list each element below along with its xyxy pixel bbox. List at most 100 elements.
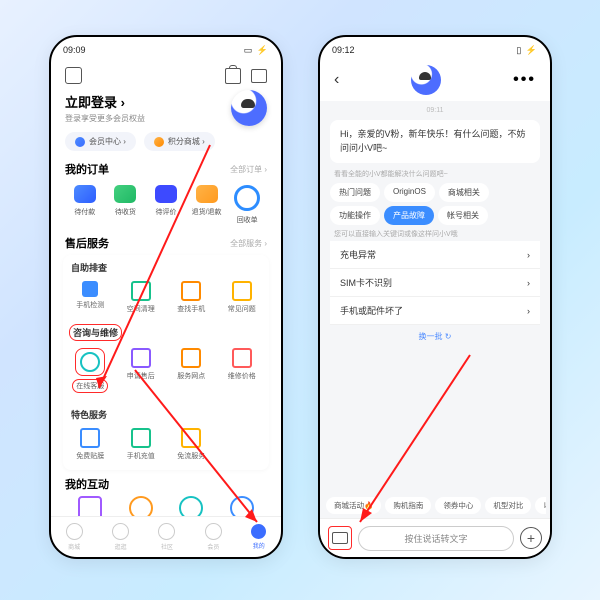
ship-icon <box>114 185 136 203</box>
interact-icon-4 <box>230 496 254 516</box>
price-icon <box>232 348 252 368</box>
input-bar: 按住说话转文字 + <box>320 518 550 557</box>
chip-mall[interactable]: 商城相关 <box>439 183 489 202</box>
ii-4[interactable] <box>219 496 265 516</box>
login-sub: 登录享受更多会员权益 <box>65 113 145 124</box>
settings-icon[interactable] <box>65 67 82 84</box>
interact-icon-2 <box>129 496 153 516</box>
login-title: 立即登录 › <box>65 92 145 111</box>
chevron-right-icon: › <box>527 250 530 260</box>
order-rate[interactable]: 待评价 <box>148 185 184 225</box>
order-recycle[interactable]: 回收单 <box>229 185 265 225</box>
left-body: 立即登录 › 登录享受更多会员权益 会员中心 › 积分商城 › 我的订单 全部订单… <box>51 59 281 516</box>
recharge[interactable]: 手机充值 <box>116 423 167 466</box>
login-row[interactable]: 立即登录 › 登录享受更多会员权益 <box>51 86 281 128</box>
order-refund[interactable]: 退货/退款 <box>189 185 225 225</box>
voice-input[interactable]: 按住说话转文字 <box>358 526 514 551</box>
orders-more[interactable]: 全部订单 › <box>230 164 267 175</box>
faq-sim[interactable]: SIM卡不识别› <box>330 269 540 297</box>
tab-community[interactable]: 社区 <box>158 523 175 551</box>
after-title: 售后服务 <box>65 235 109 251</box>
recycle-icon <box>234 185 260 211</box>
rate-icon <box>155 185 177 203</box>
tab-mall[interactable]: 商城 <box>66 523 83 551</box>
status-icons: ▭ ⚡ <box>244 45 269 56</box>
chat-header: ‹ ••• <box>320 59 550 101</box>
free-data[interactable]: 免流服务 <box>166 423 217 466</box>
headset-icon <box>80 352 100 372</box>
repair-price[interactable]: 维修价格 <box>217 343 268 398</box>
quick-row: 商城活动🔥 购机指南 领券中心 机型对比 以 <box>324 493 546 518</box>
tab-explore[interactable]: 逛逛 <box>112 523 129 551</box>
chip-account[interactable]: 帐号相关 <box>438 206 488 225</box>
self-find[interactable]: 查找手机 <box>166 276 217 319</box>
quick-coupon[interactable]: 领券中心 <box>435 497 481 514</box>
faq-broken[interactable]: 手机或配件坏了› <box>330 297 540 325</box>
service-points[interactable]: 服务网点 <box>166 343 217 398</box>
ii-3[interactable] <box>169 496 215 516</box>
tab-member[interactable]: 会员 <box>205 523 222 551</box>
tab-mine-icon <box>251 524 266 539</box>
points-pill[interactable]: 积分商城 › <box>144 132 215 151</box>
quick-activity[interactable]: 商城活动🔥 <box>326 497 381 514</box>
apply-icon <box>131 348 151 368</box>
ii-2[interactable] <box>118 496 164 516</box>
points-icon <box>154 137 164 147</box>
more-button[interactable]: ••• <box>513 71 536 89</box>
order-ship[interactable]: 待收货 <box>108 185 144 225</box>
chip-fault[interactable]: 产品故障 <box>384 206 434 225</box>
member-pill[interactable]: 会员中心 › <box>65 132 136 151</box>
self-faq[interactable]: 常见问题 <box>217 276 268 319</box>
status-time: 09:09 <box>63 45 86 55</box>
data-icon <box>181 428 201 448</box>
hint-2: 您可以直接输入关键词或像这样问小V哦 <box>334 229 536 239</box>
free-film[interactable]: 免费贴膜 <box>65 423 116 466</box>
ii-1[interactable] <box>67 496 113 516</box>
find-icon <box>181 281 201 301</box>
chip-function[interactable]: 功能操作 <box>330 206 380 225</box>
self-title: 自助排查 <box>63 255 269 274</box>
self-clean[interactable]: 空间清理 <box>116 276 167 319</box>
after-section: 售后服务 全部服务 › <box>51 229 281 253</box>
status-time-r: 09:12 <box>332 45 355 55</box>
pill-row: 会员中心 › 积分商城 › <box>51 128 281 155</box>
faq-charge[interactable]: 充电异常› <box>330 241 540 269</box>
avatar[interactable] <box>231 90 267 126</box>
interact-icon-3 <box>179 496 203 516</box>
category-chips: 热门问题 OriginOS 商城相关 功能操作 产品故障 帐号相关 <box>324 181 546 227</box>
self-grid: 手机检测 空间清理 查找手机 常见问题 <box>63 274 269 323</box>
self-phone-detect[interactable]: 手机检测 <box>65 276 116 319</box>
orders-title: 我的订单 <box>65 161 109 177</box>
status-icons-r: ▯ ⚡ <box>516 45 538 56</box>
member-icon <box>75 137 85 147</box>
keyboard-button[interactable] <box>328 526 352 550</box>
phone-right: 09:12 ▯ ⚡ ‹ ••• 09:11 Hi，亲爱的V粉，新年快乐！有什么问… <box>318 35 552 559</box>
chip-originos[interactable]: OriginOS <box>384 183 435 202</box>
keyboard-icon <box>332 532 348 544</box>
order-pay[interactable]: 待付款 <box>67 185 103 225</box>
quick-compare[interactable]: 机型对比 <box>485 497 531 514</box>
quick-more[interactable]: 以 <box>535 497 546 514</box>
consult-title: 咨询与维修 <box>69 324 122 341</box>
film-icon <box>80 428 100 448</box>
tab-mine[interactable]: 我的 <box>251 524 266 550</box>
back-button[interactable]: ‹ <box>334 71 339 89</box>
chevron-right-icon: › <box>527 306 530 316</box>
chat-timestamp: 09:11 <box>324 105 546 116</box>
refresh-batch[interactable]: 换一批 ↻ <box>324 325 546 348</box>
chat-body: 09:11 Hi，亲爱的V粉，新年快乐！有什么问题，不妨问问小V吧~ 看看全能的… <box>320 101 550 518</box>
chip-hot[interactable]: 热门问题 <box>330 183 380 202</box>
status-bar-r: 09:12 ▯ ⚡ <box>320 37 550 59</box>
chat-avatar[interactable] <box>411 65 441 95</box>
after-more[interactable]: 全部服务 › <box>230 238 267 249</box>
cart-icon[interactable] <box>225 68 241 84</box>
interact-icon-1 <box>78 496 102 516</box>
messages-icon[interactable] <box>251 69 267 83</box>
apply-after[interactable]: 申请售后 <box>116 343 167 398</box>
online-service[interactable]: 在线客服 <box>65 343 116 398</box>
plus-button[interactable]: + <box>520 527 542 549</box>
location-icon <box>181 348 201 368</box>
status-bar: 09:09 ▭ ⚡ <box>51 37 281 59</box>
clean-icon <box>131 281 151 301</box>
quick-guide[interactable]: 购机指南 <box>385 497 431 514</box>
